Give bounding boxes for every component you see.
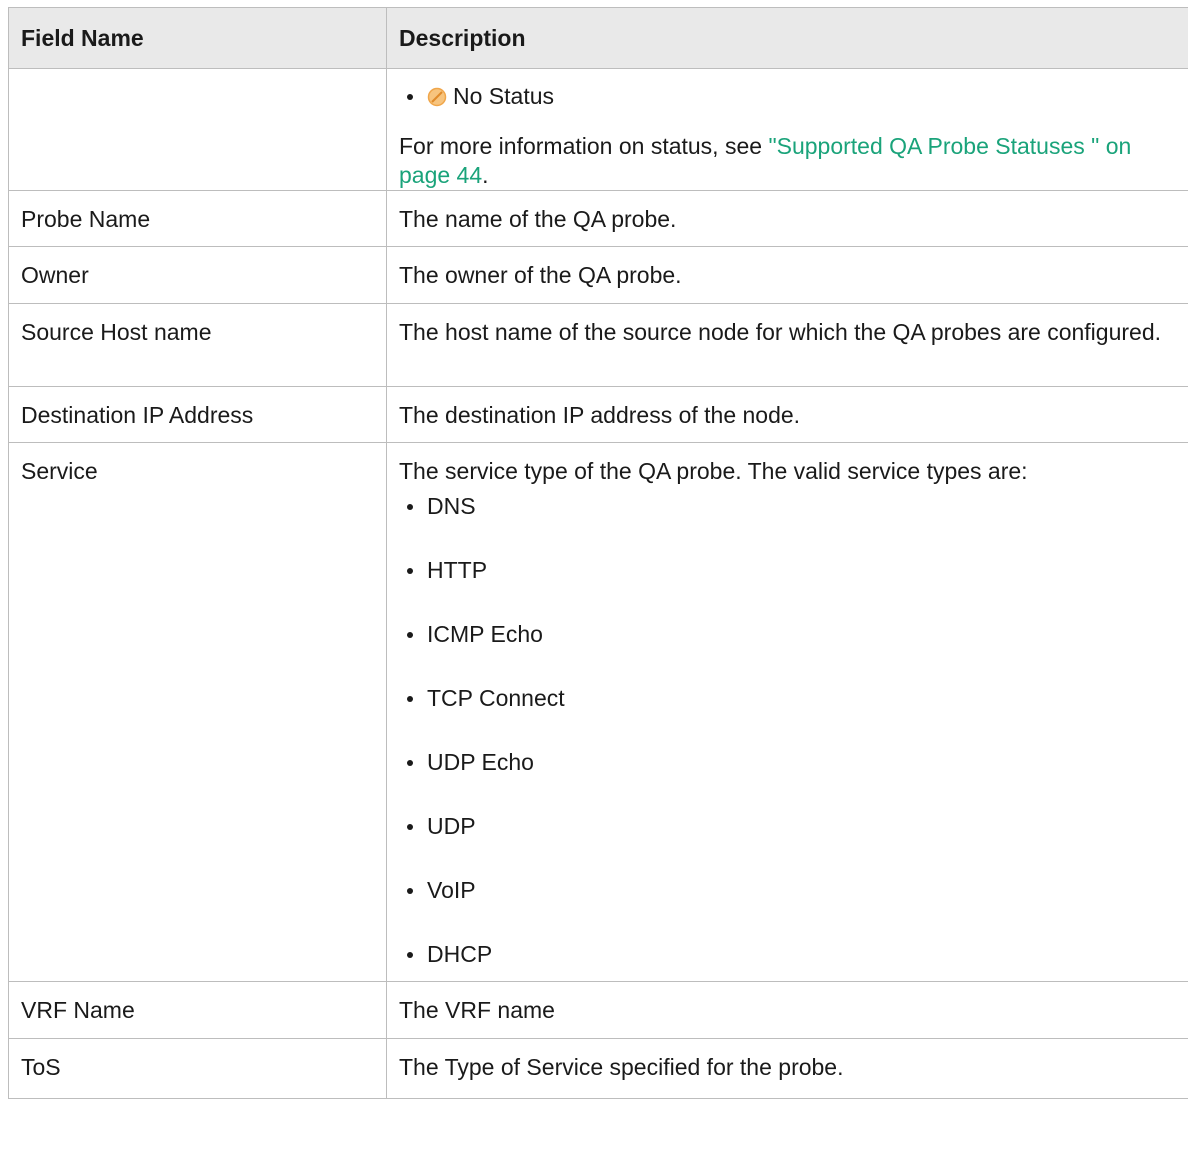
description-cell: The host name of the source node for whi…: [386, 303, 1188, 387]
description-cell: The Type of Service specified for the pr…: [386, 1038, 1188, 1099]
no-status-label: No Status: [453, 83, 554, 109]
description-cell: No Status For more information on status…: [386, 68, 1188, 191]
no-status-icon: [427, 87, 447, 106]
header-description: Description: [386, 7, 1188, 69]
service-type-label: HTTP: [427, 557, 488, 583]
status-info-suffix: .: [482, 162, 489, 188]
table-row: Destination IP Address The destination I…: [8, 386, 1188, 443]
table-row: Source Host name The host name of the so…: [8, 303, 1188, 387]
list-item: TCP Connect: [399, 684, 1184, 713]
table-header-row: Field Name Description: [8, 7, 1188, 69]
service-type-label: ICMP Echo: [427, 621, 543, 647]
table-row: ToS The Type of Service specified for th…: [8, 1038, 1188, 1099]
list-item: UDP: [399, 812, 1184, 841]
service-type-list: DNS HTTP ICMP Echo TCP Connect UDP Echo …: [399, 492, 1184, 969]
field-name-cell: Probe Name: [8, 190, 387, 247]
description-cell: The destination IP address of the node.: [386, 386, 1188, 443]
table-row: No Status For more information on status…: [8, 68, 1188, 191]
description-cell: The owner of the QA probe.: [386, 246, 1188, 304]
bullet-dot: [407, 759, 413, 766]
bullet-dot: [407, 567, 413, 574]
field-name-cell: ToS: [8, 1038, 387, 1099]
field-name-cell: Service: [8, 442, 387, 982]
fields-table: Field Name Description No Status For mor…: [8, 7, 1188, 1099]
list-item: VoIP: [399, 876, 1184, 905]
description-cell: The name of the QA probe.: [386, 190, 1188, 247]
service-type-label: DHCP: [427, 941, 493, 967]
table-row: VRF Name The VRF name: [8, 981, 1188, 1039]
list-item: ICMP Echo: [399, 620, 1184, 649]
table-row: Owner The owner of the QA probe.: [8, 246, 1188, 304]
service-type-label: DNS: [427, 493, 476, 519]
bullet-dot: [407, 887, 413, 894]
bullet-dot: [407, 631, 413, 638]
field-name-cell: Owner: [8, 246, 387, 304]
table-row: Probe Name The name of the QA probe.: [8, 190, 1188, 247]
list-item: HTTP: [399, 556, 1184, 585]
list-item: DHCP: [399, 940, 1184, 969]
header-field-name: Field Name: [8, 7, 387, 69]
list-item: UDP Echo: [399, 748, 1184, 777]
bullet-dot: [407, 93, 413, 100]
description-cell: The VRF name: [386, 981, 1188, 1039]
status-bullet: No Status: [399, 82, 1184, 111]
service-type-label: TCP Connect: [427, 685, 565, 711]
field-name-cell: Source Host name: [8, 303, 387, 387]
bullet-dot: [407, 695, 413, 702]
list-item: DNS: [399, 492, 1184, 521]
service-type-label: UDP: [427, 813, 476, 839]
service-type-label: VoIP: [427, 877, 476, 903]
status-info-prefix: For more information on status, see: [399, 133, 769, 159]
status-info-text: For more information on status, see "Sup…: [399, 132, 1184, 190]
bullet-dot: [407, 823, 413, 830]
bullet-dot: [407, 503, 413, 510]
service-intro: The service type of the QA probe. The va…: [399, 458, 1028, 484]
description-cell: The service type of the QA probe. The va…: [386, 442, 1188, 982]
field-name-cell: VRF Name: [8, 981, 387, 1039]
service-type-label: UDP Echo: [427, 749, 534, 775]
field-cell-empty: [8, 68, 387, 191]
bullet-dot: [407, 951, 413, 958]
table-row: Service The service type of the QA probe…: [8, 442, 1188, 982]
field-name-cell: Destination IP Address: [8, 386, 387, 443]
